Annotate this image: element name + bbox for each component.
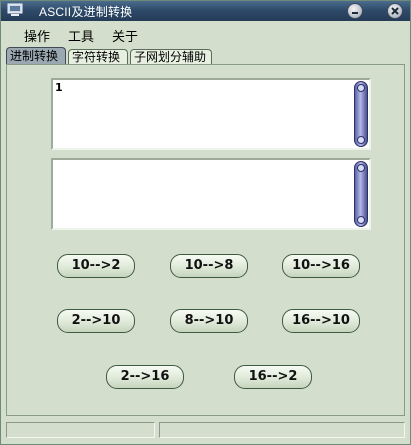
close-button[interactable] — [387, 3, 403, 19]
status-pane-left — [6, 422, 155, 438]
convert-2-to-16-button[interactable]: 2-->16 — [106, 365, 184, 389]
input-scrollbar[interactable] — [354, 81, 368, 147]
convert-16-to-10-button[interactable]: 16-->10 — [282, 309, 360, 333]
app-window: ASCII及进制转换 操作 工具 关于 进制转换 字符转换 子网划分辅助 1 1… — [0, 0, 411, 445]
menu-operate[interactable]: 操作 — [24, 26, 50, 45]
convert-16-to-2-button[interactable]: 16-->2 — [234, 365, 312, 389]
output-scrollbar[interactable] — [354, 161, 368, 227]
convert-10-to-2-button[interactable]: 10-->2 — [57, 254, 135, 278]
tab-char-conversion[interactable]: 字符转换 — [68, 49, 128, 65]
output-textbox[interactable] — [51, 158, 371, 230]
convert-2-to-10-button[interactable]: 2-->10 — [57, 309, 135, 333]
scroll-down-icon[interactable] — [357, 216, 365, 224]
tab-panel: 1 10-->2 10-->8 10-->16 2-->10 8-->10 16… — [6, 64, 405, 416]
scroll-up-icon[interactable] — [357, 84, 365, 92]
minimize-icon — [352, 12, 358, 14]
input-textbox[interactable]: 1 — [51, 78, 371, 150]
title-bar[interactable]: ASCII及进制转换 — [1, 1, 410, 21]
window-title: ASCII及进制转换 — [39, 5, 133, 19]
tab-base-conversion[interactable]: 进制转换 — [6, 47, 66, 65]
scroll-up-icon[interactable] — [357, 164, 365, 172]
close-icon — [391, 7, 399, 15]
status-bar — [1, 420, 410, 442]
menu-about[interactable]: 关于 — [112, 26, 138, 45]
status-pane-right — [159, 422, 405, 438]
input-text: 1 — [55, 81, 63, 94]
scroll-down-icon[interactable] — [357, 136, 365, 144]
app-icon — [7, 3, 23, 16]
convert-8-to-10-button[interactable]: 8-->10 — [170, 309, 248, 333]
convert-10-to-16-button[interactable]: 10-->16 — [282, 254, 360, 278]
minimize-button[interactable] — [347, 3, 363, 19]
menu-tools[interactable]: 工具 — [68, 26, 94, 45]
convert-10-to-8-button[interactable]: 10-->8 — [170, 254, 248, 278]
tab-subnet-helper[interactable]: 子网划分辅助 — [130, 49, 212, 65]
menu-bar: 操作 工具 关于 — [1, 23, 410, 45]
